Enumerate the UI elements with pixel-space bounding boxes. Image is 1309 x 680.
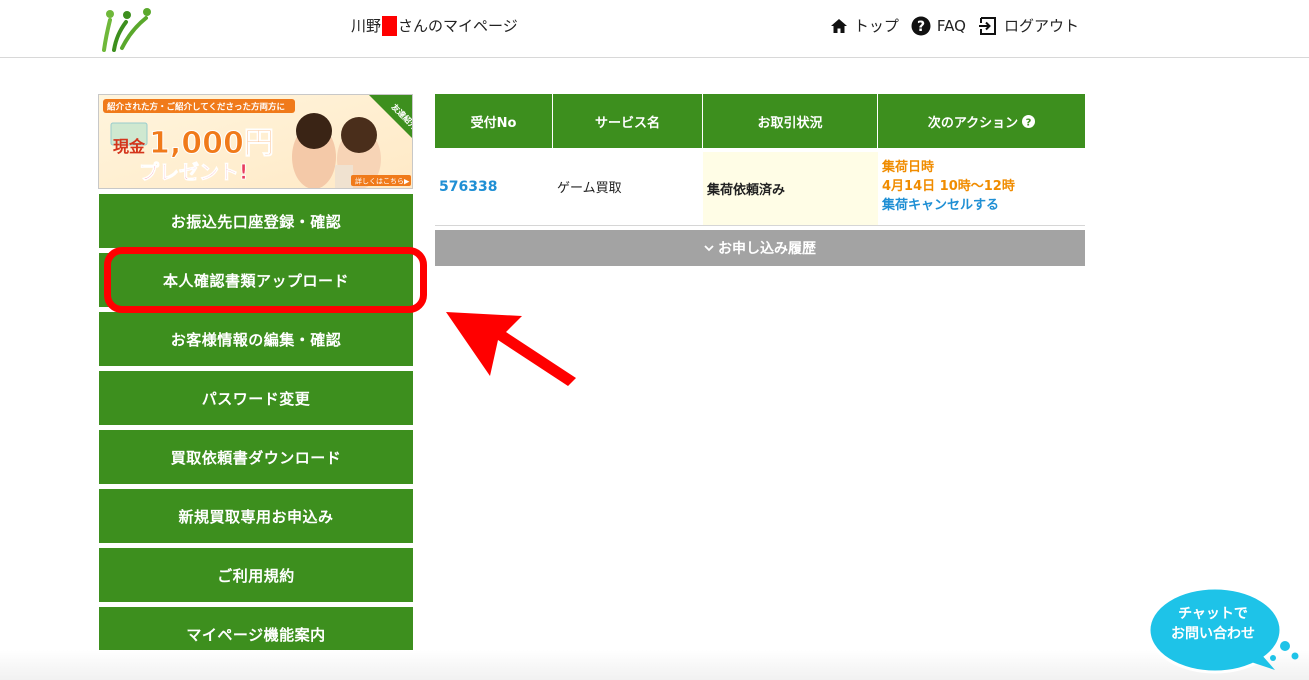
chat-label-line1: チャットで [1178, 606, 1248, 622]
chevron-down-icon [704, 241, 714, 255]
service-cell: ゲーム買取 [557, 181, 622, 196]
greeting-suffix: さんのマイページ [398, 17, 518, 35]
page-greeting: 川野 さんのマイページ [351, 16, 518, 36]
sidebar-item-password[interactable]: パスワード変更 [99, 371, 413, 425]
nav-top-link[interactable]: トップ [830, 15, 899, 37]
nav-logout-link[interactable]: ログアウト [978, 15, 1079, 37]
svg-text:?: ? [1026, 117, 1032, 128]
status-cell: 集荷依頼済み [703, 152, 878, 225]
sidebar-item-terms[interactable]: ご利用規約 [99, 548, 413, 602]
banner-top-text: 紹介された方・ご紹介してくださった方両方に [107, 102, 285, 113]
banner-prefix: 現金 [113, 137, 146, 156]
page-bottom-fade [0, 650, 1309, 680]
referral-banner[interactable]: 紹介された方・ご紹介してくださった方両方に 友達紹介 現金 1,000円 プレゼ… [98, 94, 413, 189]
sidebar-item-bank-account[interactable]: お振込先口座登録・確認 [99, 194, 413, 248]
column-header-receipt-no: 受付No [435, 94, 553, 148]
home-icon [830, 19, 847, 33]
orders-table: 受付No サービス名 お取引状況 次のアクション ? 576338 ゲーム買取 … [435, 94, 1085, 266]
chat-label[interactable]: チャットで お問い合わせ [1160, 604, 1266, 644]
sidebar-item-customer-info[interactable]: お客様情報の編集・確認 [99, 312, 413, 366]
chat-label-line2: お問い合わせ [1171, 626, 1255, 642]
banner-present: プレゼント! [139, 160, 248, 184]
pickup-datetime: 4月14日 10時〜12時 [882, 179, 1015, 194]
help-circle-icon[interactable]: ? [1022, 114, 1036, 128]
redacted-name-block [382, 16, 398, 36]
application-history-label: お申し込み履歴 [718, 241, 816, 257]
pointer-arrow-icon [446, 312, 576, 386]
pickup-title: 集荷日時 [882, 160, 935, 175]
receipt-no-link[interactable]: 576338 [439, 179, 497, 195]
svg-text:?: ? [917, 19, 925, 35]
help-circle-icon: ? [911, 16, 931, 36]
column-header-next-action-label: 次のアクション [927, 115, 1019, 131]
next-action-cell: 集荷日時 4月14日 10時〜12時 集荷キャンセルする [878, 148, 1085, 225]
nav-logout-label: ログアウト [1003, 17, 1079, 35]
table-header: 受付No サービス名 お取引状況 次のアクション ? [435, 94, 1085, 148]
sidebar-item-request-download[interactable]: 買取依頼書ダウンロード [99, 430, 413, 484]
column-header-service: サービス名 [553, 94, 703, 148]
referral-banner-graphic: 紹介された方・ご紹介してくださった方両方に 友達紹介 現金 1,000円 プレゼ… [99, 95, 412, 188]
top-navigation: トップ ? FAQ ログアウト [818, 15, 1079, 37]
cancel-pickup-link[interactable]: 集荷キャンセルする [882, 196, 999, 215]
sidebar-item-new-request[interactable]: 新規買取専用お申込み [99, 489, 413, 543]
table-row: 576338 ゲーム買取 集荷依頼済み 集荷日時 4月14日 10時〜12時 集… [435, 148, 1085, 226]
column-header-status: お取引状況 [703, 94, 878, 148]
site-logo[interactable] [98, 6, 152, 52]
nav-top-label: トップ [853, 17, 899, 35]
application-history-button[interactable]: お申し込み履歴 [435, 230, 1085, 266]
column-header-next-action: 次のアクション ? [878, 94, 1085, 148]
nav-faq-label: FAQ [936, 17, 966, 35]
receipt-no-cell: 576338 [435, 148, 553, 225]
banner-detail: 詳しくはこちら▶ [355, 177, 410, 186]
highlight-outline [104, 247, 427, 313]
logout-icon [978, 17, 996, 35]
banner-amount: 1,000円 [149, 126, 274, 161]
user-name: 川野 [351, 17, 382, 35]
nav-faq-link[interactable]: ? FAQ [911, 15, 966, 37]
site-header: 川野 さんのマイページ トップ ? FAQ ログアウト [0, 0, 1309, 58]
